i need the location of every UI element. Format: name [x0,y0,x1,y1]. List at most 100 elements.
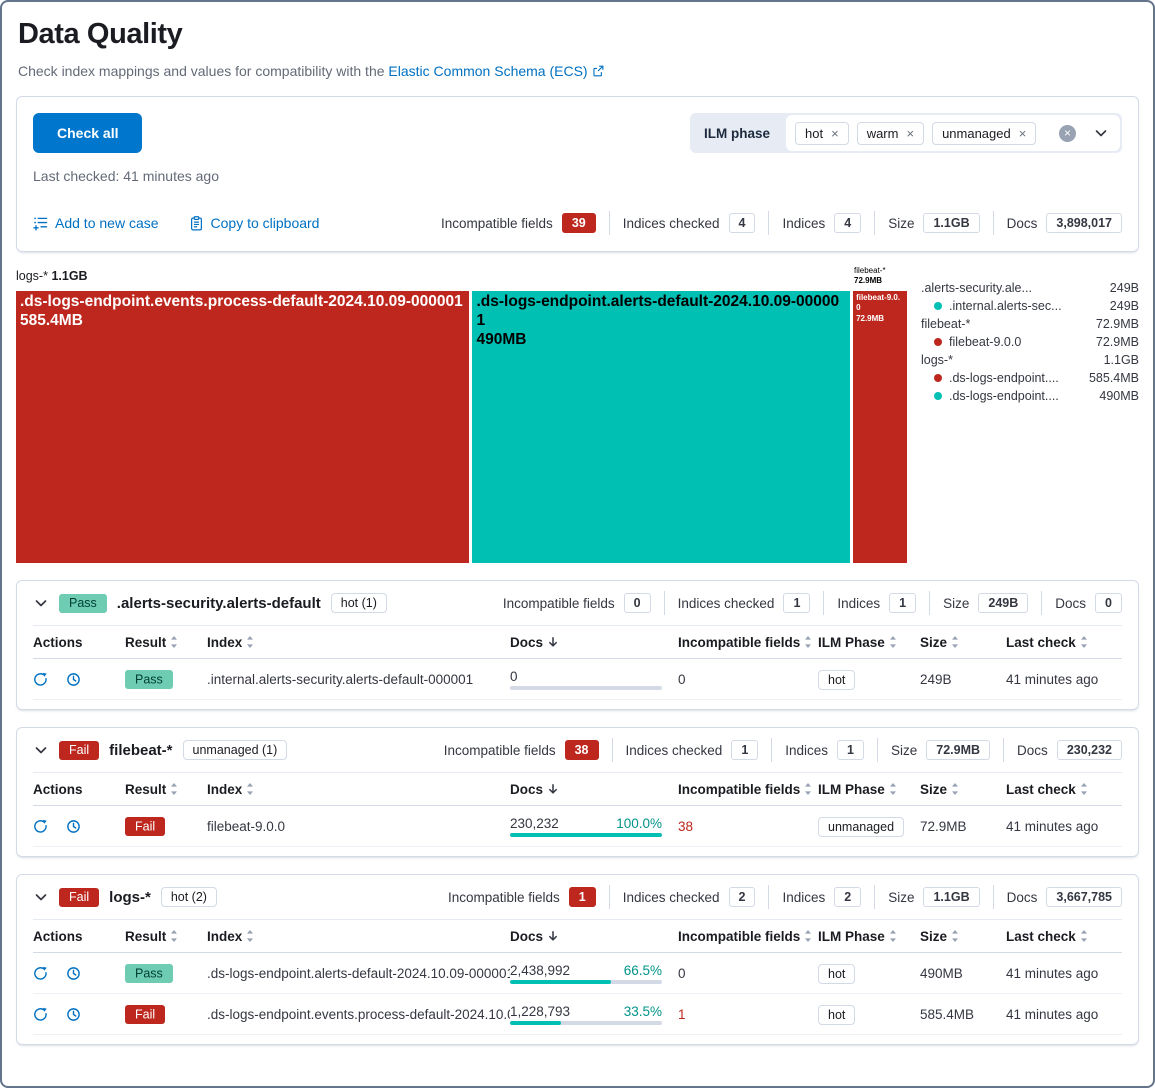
docs-count: 2,438,992 [510,963,570,978]
col-result[interactable]: Result [125,635,207,650]
col-ilm-phase[interactable]: ILM Phase [818,929,920,944]
summary-stats: Incompatible fields39 Indices checked4 I… [441,211,1122,235]
pattern-card-logs: Fail logs-* hot (2) Incompatible fields1… [16,874,1139,1045]
stat-badge: 72.9MB [926,740,990,760]
stat-docs: Docs3,898,017 [1007,213,1122,233]
legend-item-row: .internal.alerts-sec...249B [921,297,1139,315]
ecs-link[interactable]: Elastic Common Schema (ECS) [388,63,603,79]
last-check-time: 41 minutes ago [1006,819,1122,834]
ilm-phase-chip: hot [818,964,855,984]
col-docs[interactable]: Docs [510,635,662,650]
stat-badge: 3,667,785 [1046,887,1122,907]
stat-badge: 1.1GB [923,887,979,907]
col-index[interactable]: Index [207,929,510,944]
col-result[interactable]: Result [125,929,207,944]
check-index-icon[interactable] [33,966,48,981]
col-last-check[interactable]: Last check [1006,782,1122,797]
indices-table: Actions Result Index Docs Incompatible f… [17,919,1138,1044]
stat-badge: 0 [1095,593,1122,613]
check-all-button[interactable]: Check all [33,113,142,153]
docs-bar [510,833,662,837]
col-last-check[interactable]: Last check [1006,929,1122,944]
history-icon[interactable] [66,672,81,687]
legend-dot [934,338,942,346]
treemap-block[interactable]: .ds-logs-endpoint.events.process-default… [16,291,469,563]
remove-option-icon[interactable]: × [831,126,839,141]
indices-table: Actions Result Index Docs Incompatible f… [17,772,1138,856]
col-incompatible[interactable]: Incompatible fields [678,929,818,944]
pattern-card-filebeat: Fail filebeat-* unmanaged (1) Incompatib… [16,727,1139,857]
accordion-header[interactable]: Fail filebeat-* unmanaged (1) Incompatib… [17,728,1138,772]
divider [1041,591,1042,615]
ilm-phase-chip: unmanaged [818,817,904,837]
storage-treemap: logs-* 1.1GB filebeat-*72.9MB .ds-logs-e… [16,269,1139,563]
chevron-down-icon[interactable] [33,889,49,905]
col-result[interactable]: Result [125,782,207,797]
legend-dot [934,392,942,400]
stat-badge: 230,232 [1057,740,1122,760]
col-last-check[interactable]: Last check [1006,635,1122,650]
chevron-down-icon[interactable] [1093,125,1109,141]
treemap-block[interactable]: filebeat-9.0.072.9MB [853,291,907,563]
divider [823,591,824,615]
stat-badge: 38 [565,740,599,760]
docs-percent: 33.5% [624,1004,662,1019]
col-index[interactable]: Index [207,635,510,650]
copy-to-clipboard-button[interactable]: Copy to clipboard [189,215,320,231]
stat-badge: 1 [569,887,596,907]
remove-option-icon[interactable]: × [1019,126,1027,141]
stat-badge: 1 [889,593,916,613]
col-size[interactable]: Size [920,782,1006,797]
check-index-icon[interactable] [33,1007,48,1022]
col-ilm-phase[interactable]: ILM Phase [818,782,920,797]
col-size[interactable]: Size [920,929,1006,944]
check-index-icon[interactable] [33,672,48,687]
pattern-name: logs-* [109,889,151,906]
docs-bar [510,980,662,984]
last-checked-text: Last checked: 41 minutes ago [33,168,219,184]
ilm-phase-filter[interactable]: ILM phase hot× warm× unmanaged× × [690,113,1122,153]
index-size: 249B [920,672,1006,687]
phase-count-chip: hot (1) [331,593,387,613]
accordion-header[interactable]: Fail logs-* hot (2) Incompatible fields1… [17,875,1138,919]
ilm-option-warm[interactable]: warm× [857,122,924,145]
result-badge: Pass [125,670,173,689]
chevron-down-icon[interactable] [33,742,49,758]
history-icon[interactable] [66,966,81,981]
stat-badge: 1 [837,740,864,760]
col-actions: Actions [33,782,125,797]
divider [664,591,665,615]
ilm-option-hot[interactable]: hot× [795,122,849,145]
ilm-phase-combobox[interactable]: hot× warm× unmanaged× × [786,115,1120,151]
indices-table: Actions Result Index Docs Incompatible f… [17,625,1138,709]
history-icon[interactable] [66,1007,81,1022]
legend-group-row: filebeat-*72.9MB [921,315,1139,333]
treemap-legend: .alerts-security.ale...249B .internal.al… [921,279,1139,563]
result-badge: Pass [125,964,173,983]
remove-option-icon[interactable]: × [906,126,914,141]
accordion-header[interactable]: Pass .alerts-security.alerts-default hot… [17,581,1138,625]
check-index-icon[interactable] [33,819,48,834]
col-docs[interactable]: Docs [510,929,662,944]
history-icon[interactable] [66,819,81,834]
col-incompatible[interactable]: Incompatible fields [678,635,818,650]
result-badge: Fail [125,1005,165,1024]
clear-filter-icon[interactable]: × [1059,125,1076,142]
ilm-phase-chip: hot [818,670,855,690]
add-to-new-case-button[interactable]: Add to new case [33,215,159,231]
sortable-icon [804,636,812,648]
legend-item-row: .ds-logs-endpoint....585.4MB [921,369,1139,387]
ilm-option-unmanaged[interactable]: unmanaged× [932,122,1036,145]
pattern-stats: Incompatible fields0 Indices checked1 In… [503,591,1122,615]
col-docs[interactable]: Docs [510,782,662,797]
last-check-time: 41 minutes ago [1006,966,1122,981]
col-size[interactable]: Size [920,635,1006,650]
last-check-time: 41 minutes ago [1006,1007,1122,1022]
treemap-block[interactable]: .ds-logs-endpoint.alerts-default-2024.10… [472,291,850,563]
chevron-down-icon[interactable] [33,595,49,611]
sort-desc-icon [547,783,559,795]
col-ilm-phase[interactable]: ILM Phase [818,635,920,650]
result-badge: Pass [59,594,107,613]
col-incompatible[interactable]: Incompatible fields [678,782,818,797]
col-index[interactable]: Index [207,782,510,797]
